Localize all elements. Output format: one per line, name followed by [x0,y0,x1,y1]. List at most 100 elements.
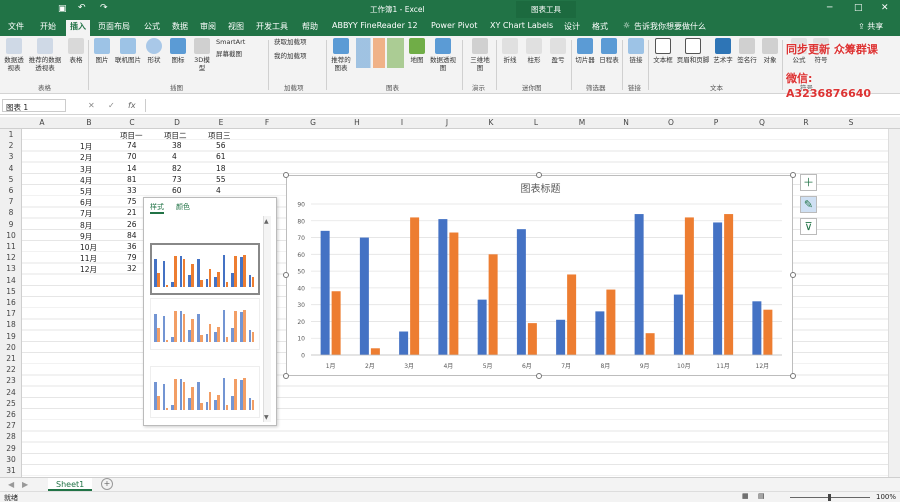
resize-handle-bm[interactable] [536,373,542,379]
sheet-tab-sheet1[interactable]: Sheet1 [48,478,93,491]
icons-button[interactable]: 图标 [168,38,188,64]
row-header-26[interactable]: 26 [0,410,22,419]
redo-icon[interactable]: ↷ [100,3,108,13]
sheet-nav-next-icon[interactable]: ▶ [22,480,28,489]
maximize-icon[interactable]: □ [854,3,863,13]
share-button[interactable]: ⇪ 共享 [858,21,883,32]
resize-handle-tl[interactable] [283,172,289,178]
vertical-scrollbar[interactable] [888,129,900,477]
recommended-charts-button[interactable]: 推荐的图表 [330,38,352,72]
tab-color[interactable]: 颜色 [176,202,190,212]
bar-1-1[interactable] [320,230,330,355]
value-cell-e[interactable]: 18 [216,164,226,173]
value-cell-d[interactable]: 82 [172,164,182,173]
month-cell[interactable]: 9月 [80,231,92,242]
row-header-10[interactable]: 10 [0,231,22,240]
value-cell-c[interactable]: 84 [127,231,137,240]
column-header-b[interactable]: B [83,118,95,127]
function-label[interactable]: fx [128,101,136,110]
save-icon[interactable]: ▣ [58,4,67,14]
value-cell-d[interactable]: 73 [172,175,182,184]
row-header-18[interactable]: 18 [0,320,22,329]
bar-2-12[interactable] [763,309,773,355]
month-cell[interactable]: 10月 [80,242,97,253]
bar-1-12[interactable] [752,301,762,355]
view-layout-icon[interactable]: ▤ [758,492,765,500]
timeline-button[interactable]: 日程表 [598,38,620,64]
header-cell[interactable]: 项目一 [120,130,143,141]
bar-2-10[interactable] [684,217,694,355]
wordart-button[interactable]: 艺术字 [712,38,734,64]
cancel-icon[interactable]: ✕ [88,101,95,110]
row-header-3[interactable]: 3 [0,152,22,161]
get-addins-button[interactable]: 获取加载项 [274,38,322,46]
row-header-6[interactable]: 6 [0,186,22,195]
value-cell-d[interactable]: 4 [172,152,177,161]
column-header-c[interactable]: C [126,118,138,127]
column-header-d[interactable]: D [171,118,183,127]
bar-1-3[interactable] [399,331,409,355]
row-header-31[interactable]: 31 [0,466,22,475]
chart-title[interactable]: 图表标题 [521,182,561,195]
bar-2-11[interactable] [724,214,734,355]
bar-2-8[interactable] [606,289,616,355]
resize-handle-tm[interactable] [536,172,542,178]
row-header-5[interactable]: 5 [0,175,22,184]
row-header-20[interactable]: 20 [0,343,22,352]
minimize-icon[interactable]: ─ [827,3,832,13]
column-header-h[interactable]: H [351,118,363,127]
chart-area[interactable]: 图表标题 0 10 20 30 40 50 60 70 80 90 1月 2月 3月 4月 5月 6月 7月 8月 9… [286,175,793,376]
row-header-28[interactable]: 28 [0,432,22,441]
link-button[interactable]: 链接 [626,38,646,64]
3d-map-button[interactable]: 三维地图 [468,38,492,72]
header-footer-button[interactable]: 页眉和页脚 [676,38,710,64]
row-header-2[interactable]: 2 [0,141,22,150]
tab-formulas[interactable]: 公式 [144,21,160,32]
signature-line-button[interactable]: 签名行 [736,38,758,64]
column-header-i[interactable]: I [396,118,408,127]
bar-2-4[interactable] [449,232,459,355]
zoom-level[interactable]: 100% [876,493,896,501]
pivot-chart-button[interactable]: 数据透视图 [430,38,456,72]
3d-model-button[interactable]: 3D模型 [192,38,212,72]
name-box[interactable]: 图表 1 [2,99,66,112]
column-header-r[interactable]: R [800,118,812,127]
value-cell-c[interactable]: 79 [127,253,137,262]
row-header-29[interactable]: 29 [0,444,22,453]
add-sheet-button[interactable]: + [101,478,113,490]
row-header-13[interactable]: 13 [0,264,22,273]
month-cell[interactable]: 2月 [80,152,92,163]
row-header-7[interactable]: 7 [0,197,22,206]
column-header-j[interactable]: J [441,118,453,127]
row-header-19[interactable]: 19 [0,332,22,341]
tab-file[interactable]: 文件 [8,21,24,32]
bar-1-6[interactable] [516,229,526,355]
tab-data[interactable]: 数据 [172,21,188,32]
sparkline-column-button[interactable]: 柱形 [524,38,544,64]
recommended-pivot-button[interactable]: 推荐的数据透视表 [26,38,64,72]
month-cell[interactable]: 5月 [80,186,92,197]
enter-icon[interactable]: ✓ [108,101,115,110]
zoom-slider-thumb[interactable] [828,494,831,501]
row-header-12[interactable]: 12 [0,253,22,262]
tab-abbyy[interactable]: ABBYY FineReader 12 [332,21,418,30]
slicer-button[interactable]: 切片器 [574,38,596,64]
resize-handle-br[interactable] [790,373,796,379]
row-header-16[interactable]: 16 [0,298,22,307]
scroll-down-icon[interactable]: ▼ [264,414,269,421]
formula-input[interactable] [145,99,895,112]
close-icon[interactable]: ✕ [881,3,889,13]
bar-2-2[interactable] [370,348,380,355]
bar-2-9[interactable] [645,333,655,355]
pivot-table-button[interactable]: 数据透视表 [4,38,24,72]
shapes-button[interactable]: 形状 [144,38,164,64]
chart-types-icon[interactable] [356,38,404,68]
bar-2-6[interactable] [527,323,537,355]
textbox-button[interactable]: 文本框 [652,38,674,64]
row-header-21[interactable]: 21 [0,354,22,363]
value-cell-c[interactable]: 26 [127,220,137,229]
resize-handle-mr[interactable] [790,272,796,278]
tab-format[interactable]: 格式 [592,21,608,32]
value-cell-e[interactable]: 56 [216,141,226,150]
month-cell[interactable]: 12月 [80,264,97,275]
